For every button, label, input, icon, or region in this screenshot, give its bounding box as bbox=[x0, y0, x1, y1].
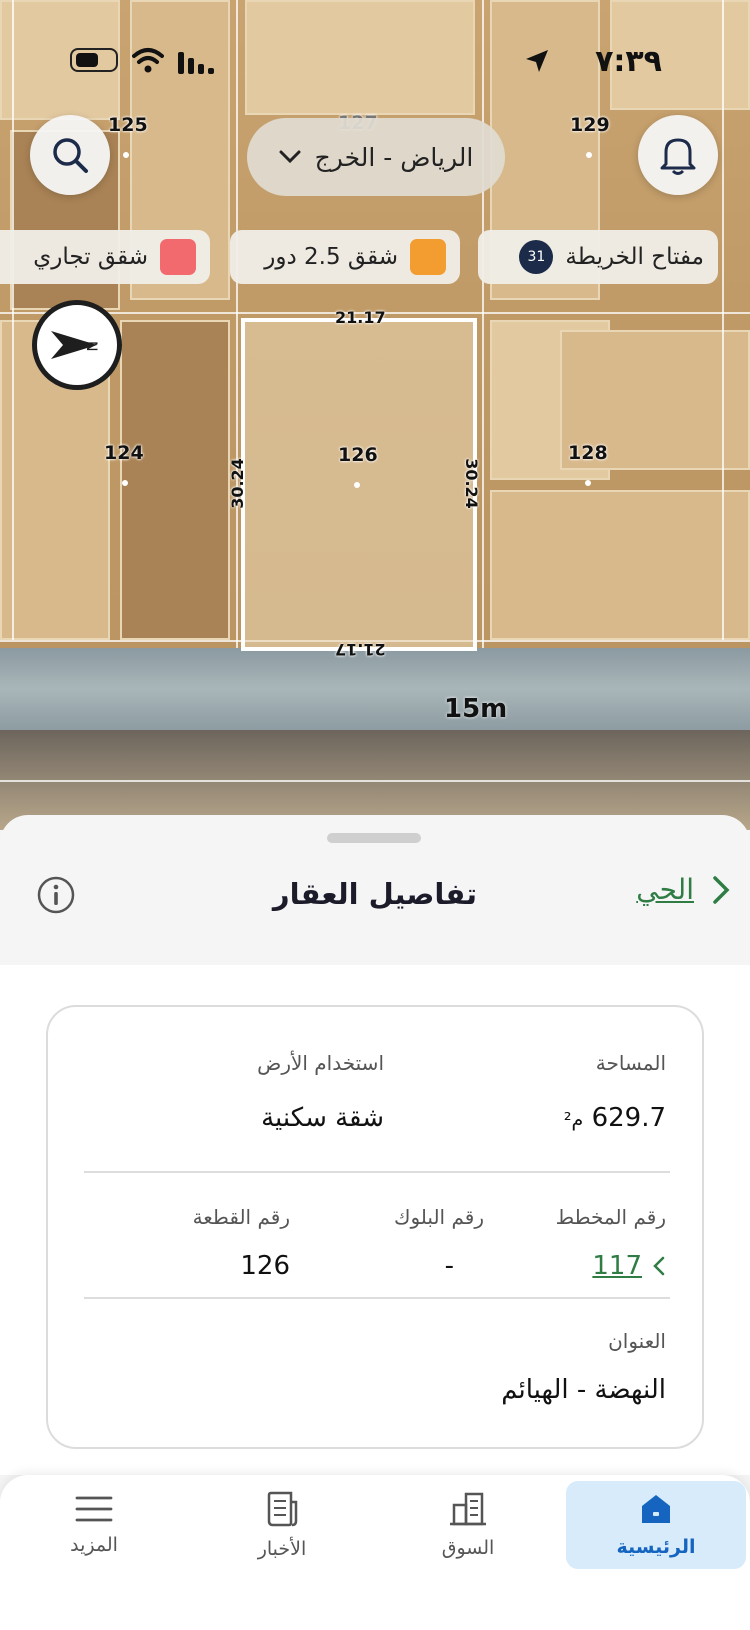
plot-number-label: رقم القطعة bbox=[192, 1205, 290, 1229]
compass-icon: N bbox=[51, 331, 99, 359]
sheet-header: الحي تفاصيل العقار bbox=[0, 855, 750, 945]
sheet-title: تفاصيل العقار bbox=[272, 877, 478, 911]
map-key-button[interactable]: مفتاح الخريطة 31 bbox=[478, 230, 718, 284]
land-use-value: شقة سكنية bbox=[261, 1103, 384, 1133]
parcel-dimension-bottom: 21.17 bbox=[335, 640, 386, 659]
legend-swatch-red bbox=[160, 239, 196, 275]
plot-number-value: 126 bbox=[240, 1251, 290, 1281]
area-unit: م² bbox=[563, 1109, 584, 1131]
search-icon bbox=[53, 138, 88, 173]
lot-label-125[interactable]: 125 bbox=[108, 114, 148, 136]
home-icon bbox=[642, 1495, 670, 1523]
plan-number-link[interactable]: 117 bbox=[592, 1251, 666, 1281]
legend-commercial-apartments[interactable]: شقق تجاري bbox=[0, 230, 210, 284]
parcel-dimension-right: 30.24 bbox=[461, 458, 481, 509]
wifi-icon bbox=[132, 48, 164, 73]
bottom-tab-bar: الرئيسية السوق الأخبار المزيد bbox=[0, 1475, 750, 1630]
block-number-value: - bbox=[444, 1251, 454, 1281]
cellular-signal-icon bbox=[178, 52, 214, 74]
compass-button[interactable]: N bbox=[32, 300, 122, 390]
city-selector-label: الرياض - الخرج bbox=[314, 142, 474, 172]
map-block bbox=[490, 490, 750, 640]
search-button[interactable] bbox=[30, 115, 110, 195]
divider bbox=[84, 1171, 670, 1173]
area-number: 629.7 bbox=[591, 1103, 666, 1133]
lot-dot bbox=[585, 480, 591, 486]
divider bbox=[84, 1297, 670, 1299]
land-use-label: استخدام الأرض bbox=[257, 1051, 384, 1075]
bell-icon bbox=[660, 138, 696, 175]
map-grid-line bbox=[0, 780, 750, 782]
parcel-dimension-left: 30.24 bbox=[227, 458, 247, 509]
location-arrow-icon bbox=[526, 50, 548, 72]
block-number-label: رقم البلوك bbox=[393, 1205, 484, 1229]
map-key-label: مفتاح الخريطة bbox=[565, 244, 704, 270]
map-block bbox=[120, 320, 230, 640]
lot-dot bbox=[586, 152, 592, 158]
newspaper-icon bbox=[267, 1491, 298, 1527]
sheet-drag-handle[interactable] bbox=[327, 833, 421, 843]
address-value: النهضة - الهيائم bbox=[501, 1375, 666, 1405]
tab-market[interactable]: السوق bbox=[378, 1481, 558, 1569]
property-details-sheet: الحي تفاصيل العقار المساحة 629.7 م² استخ… bbox=[0, 815, 750, 1475]
tab-home[interactable]: الرئيسية bbox=[566, 1481, 746, 1569]
legend-swatch-orange bbox=[410, 239, 446, 275]
map-grid-line bbox=[722, 0, 724, 640]
tab-market-label: السوق bbox=[441, 1537, 495, 1559]
plan-number-value: 117 bbox=[592, 1251, 642, 1281]
lot-label-126[interactable]: 126 bbox=[338, 444, 378, 466]
lot-dot bbox=[354, 482, 360, 488]
chevron-down-icon bbox=[279, 150, 301, 164]
address-label: العنوان bbox=[608, 1329, 666, 1353]
battery-icon bbox=[70, 48, 118, 72]
svg-text:N: N bbox=[83, 341, 99, 351]
tab-news-label: الأخبار bbox=[257, 1538, 307, 1560]
legend-label: شقق تجاري bbox=[33, 244, 148, 270]
street-road bbox=[0, 648, 750, 730]
street-width-label: 15m bbox=[444, 694, 508, 724]
details-area: المساحة 629.7 م² استخدام الأرض شقة سكنية… bbox=[0, 965, 750, 1475]
status-bar: ٧:٣٩ bbox=[0, 40, 750, 84]
map-key-count-badge: 31 bbox=[519, 240, 554, 274]
lot-dot bbox=[122, 480, 128, 486]
info-icon[interactable] bbox=[36, 875, 76, 915]
tab-more[interactable]: المزيد bbox=[4, 1481, 184, 1569]
status-time: ٧:٣٩ bbox=[595, 44, 662, 79]
plan-number-label: رقم المخطط bbox=[555, 1205, 666, 1229]
parcel-dimension-top: 21.17 bbox=[335, 308, 386, 327]
buildings-icon bbox=[450, 1492, 486, 1526]
tab-more-label: المزيد bbox=[70, 1534, 118, 1556]
map-view[interactable]: 125 127 129 124 126 128 21.17 21.17 30.2… bbox=[0, 0, 750, 830]
menu-icon bbox=[75, 1496, 113, 1522]
lot-label-128[interactable]: 128 bbox=[568, 442, 608, 464]
area-value: 629.7 م² bbox=[564, 1103, 666, 1133]
property-details-card: المساحة 629.7 م² استخدام الأرض شقة سكنية… bbox=[46, 1005, 704, 1449]
lot-label-129[interactable]: 129 bbox=[570, 114, 610, 136]
notifications-button[interactable] bbox=[638, 115, 718, 195]
legend-label: شقق 2.5 دور bbox=[264, 244, 398, 270]
map-grid-line bbox=[12, 0, 14, 640]
lot-label-124[interactable]: 124 bbox=[104, 442, 144, 464]
city-selector[interactable]: الرياض - الخرج bbox=[247, 118, 505, 196]
tab-home-label: الرئيسية bbox=[616, 1536, 696, 1558]
tab-news[interactable]: الأخبار bbox=[192, 1481, 372, 1569]
area-label: المساحة bbox=[595, 1051, 666, 1075]
lot-dot bbox=[123, 152, 129, 158]
chevron-left-icon bbox=[653, 1256, 665, 1276]
legend-apartments-2-5-floors[interactable]: شقق 2.5 دور bbox=[230, 230, 460, 284]
